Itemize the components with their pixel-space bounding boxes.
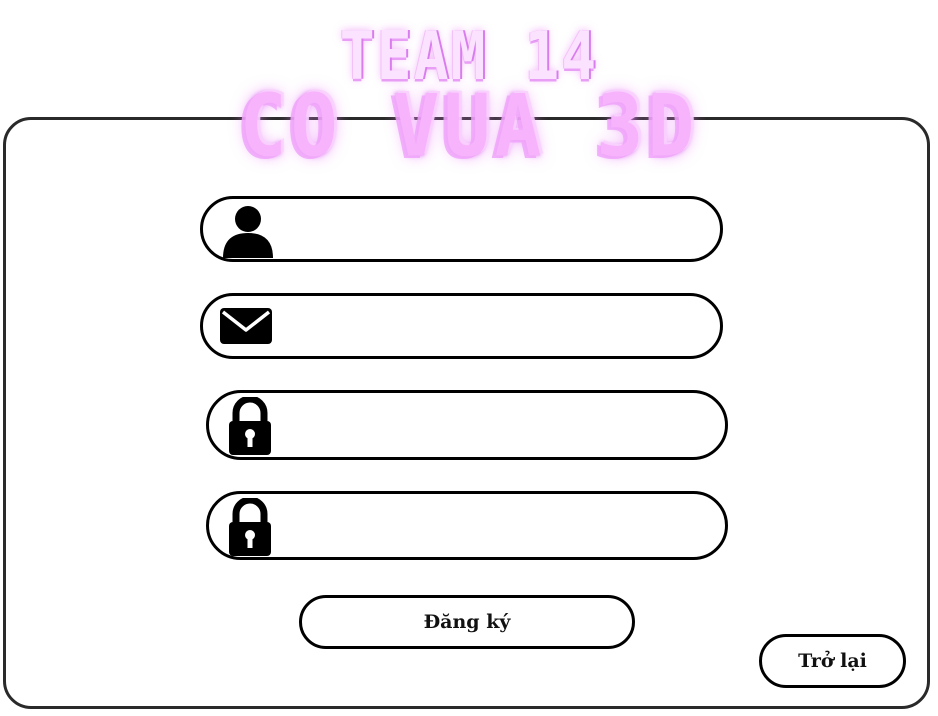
back-button[interactable]: Trở lại (759, 634, 906, 688)
lock-icon (229, 498, 271, 556)
email-field[interactable] (200, 293, 723, 359)
username-input[interactable] (283, 211, 696, 249)
password-field[interactable] (206, 390, 728, 460)
email-input[interactable] (283, 308, 696, 346)
team-label: TEAM 14 (339, 16, 599, 96)
user-icon (223, 206, 273, 258)
confirm-password-field[interactable] (206, 491, 728, 560)
username-field[interactable] (200, 196, 723, 262)
password-input[interactable] (289, 405, 701, 443)
confirm-password-input[interactable] (289, 506, 701, 544)
register-button[interactable]: Đăng ký (299, 595, 635, 649)
mail-icon (220, 308, 272, 344)
lock-icon (229, 397, 271, 455)
